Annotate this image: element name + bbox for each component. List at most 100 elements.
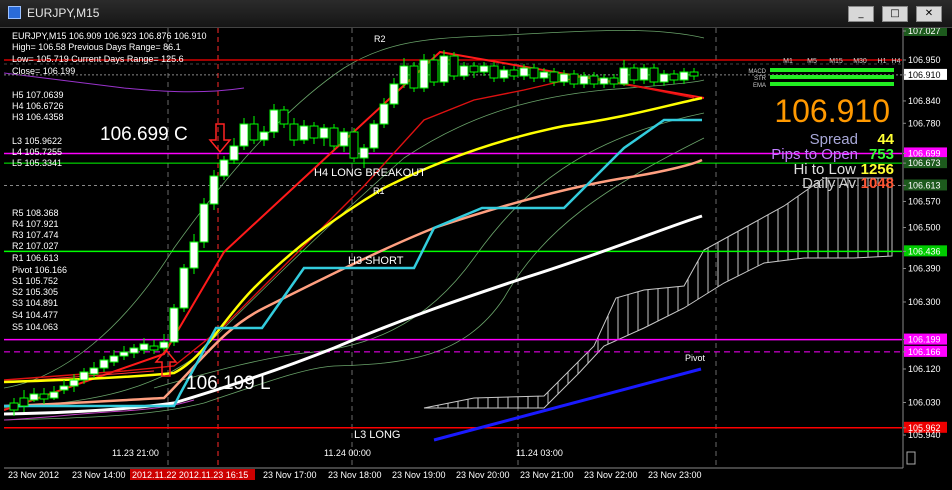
candle-up	[339, 131, 349, 147]
candle-down	[529, 67, 539, 79]
candle-up	[59, 385, 69, 391]
candle-up	[259, 131, 269, 141]
candle-up	[79, 371, 89, 381]
time-label: 23 Nov 20:00	[456, 470, 510, 480]
candle-down	[249, 123, 259, 141]
candle-down	[649, 67, 659, 83]
timeframe-label: M5	[807, 58, 817, 65]
candle-up	[129, 347, 139, 354]
candle-down	[689, 71, 699, 77]
timeframe-label: H1	[878, 58, 887, 65]
level-list-item: S2 105.305	[12, 287, 58, 297]
ohlc-line: EURJPY,M15 106.909 106.923 106.876 106.9…	[12, 31, 207, 41]
candle-up	[659, 73, 669, 83]
price-tick-label: 105.940	[908, 430, 941, 440]
time-label: 2012.11.22 2012.11.23 16:15	[132, 470, 248, 480]
annotation-r1: R1	[373, 186, 385, 196]
high-range-line: High= 106.58 Previous Days Range= 86.1	[12, 42, 181, 52]
candle-up	[639, 67, 649, 81]
status-row-bar	[770, 68, 894, 72]
candle-up	[69, 379, 79, 387]
candle-up	[559, 73, 569, 83]
level-list-item: R2 107.027	[12, 241, 59, 251]
price-tick-label: 106.780	[908, 118, 941, 128]
candle-up	[619, 67, 629, 85]
candle-up	[369, 123, 379, 149]
status-row-bar	[770, 82, 894, 86]
annotation-pivot: Pivot	[685, 353, 706, 363]
candle-up	[229, 145, 239, 161]
annotation-r2: R2	[374, 34, 386, 44]
candle-down	[309, 125, 319, 139]
candle-up	[399, 65, 409, 85]
session-label: 11.24 03:00	[516, 448, 563, 458]
level-list-item: S1 105.752	[12, 276, 58, 286]
minimize-button[interactable]: _	[848, 6, 874, 22]
candle-up	[599, 77, 609, 85]
level-list-item: R4 107.921	[12, 219, 59, 229]
time-label: 23 Nov 19:00	[392, 470, 446, 480]
status-row-label: EMA	[753, 83, 766, 89]
price-tick-label: 106.436	[908, 246, 941, 256]
level-list-item: R3 107.474	[12, 230, 59, 240]
timeframe-label: M1	[783, 58, 793, 65]
status-row-bar	[770, 75, 894, 79]
chart-area[interactable]: 107.027 106.950 106.910 106.840 106.780 106.6…	[4, 28, 948, 490]
candle-up	[359, 147, 369, 159]
candle-down	[489, 65, 499, 79]
candle-up	[539, 71, 549, 79]
candle-down	[449, 55, 459, 77]
candle-up	[379, 103, 389, 125]
chart-window-icon	[8, 6, 21, 19]
candle-up	[169, 307, 179, 343]
candle-down	[329, 127, 339, 147]
close-button[interactable]: ✕	[916, 6, 942, 22]
candle-up	[209, 175, 219, 205]
status-row-label: STR	[754, 76, 767, 82]
timeframe-label: H4	[892, 58, 901, 65]
timeframe-label: M30	[853, 58, 867, 65]
signal-status-rows: MACDSTREMA	[748, 68, 894, 89]
price-tick-label: 106.840	[908, 96, 941, 106]
level-list-item: L3 105.9622	[12, 136, 62, 146]
candle-down	[669, 73, 679, 81]
candle-up	[29, 393, 39, 401]
candle-up	[439, 55, 449, 83]
level-list-item: Pivot 106.166	[12, 265, 67, 275]
candle-up	[99, 359, 109, 369]
candle-up	[679, 71, 689, 81]
daily-av-value: 1048	[861, 175, 894, 192]
maximize-button[interactable]: □	[882, 6, 908, 22]
candle-up	[49, 391, 59, 399]
candle-down	[289, 123, 299, 141]
candle-down	[19, 397, 29, 407]
annotation-level-l: 106.199 L	[186, 373, 271, 394]
candle-down	[569, 73, 579, 85]
price-tick-label: 106.120	[908, 364, 941, 374]
candle-up	[239, 123, 249, 147]
window-title: EURJPY,M15	[27, 6, 100, 20]
candle-up	[319, 127, 329, 139]
daily-av-label: Daily Av	[802, 175, 856, 192]
candle-up	[219, 159, 229, 177]
annotation-l3-long: L3 LONG	[354, 429, 400, 441]
price-tick-label: 106.166	[908, 347, 941, 357]
price-tick-label: 106.390	[908, 263, 941, 273]
candle-up	[199, 203, 209, 243]
price-tick-label: 106.570	[908, 196, 941, 206]
candle-down	[409, 65, 419, 89]
candle-up	[579, 75, 589, 85]
candle-down	[469, 65, 479, 73]
candle-down	[589, 75, 599, 85]
level-list-item: H3 106.4358	[12, 112, 64, 122]
price-tick-label: 107.027	[908, 28, 941, 36]
price-tick-label: 106.500	[908, 223, 941, 233]
price-tick-label: 106.300	[908, 297, 941, 307]
candle-up	[519, 67, 529, 77]
price-tick-label: 106.950	[908, 55, 941, 65]
candle-up	[189, 241, 199, 269]
candle-down	[629, 67, 639, 81]
level-list-item: S4 104.477	[12, 310, 58, 320]
low-range-line: Low= 105.719 Current Days Range= 125.6	[12, 54, 184, 64]
price-tick-label: 106.030	[908, 397, 941, 407]
